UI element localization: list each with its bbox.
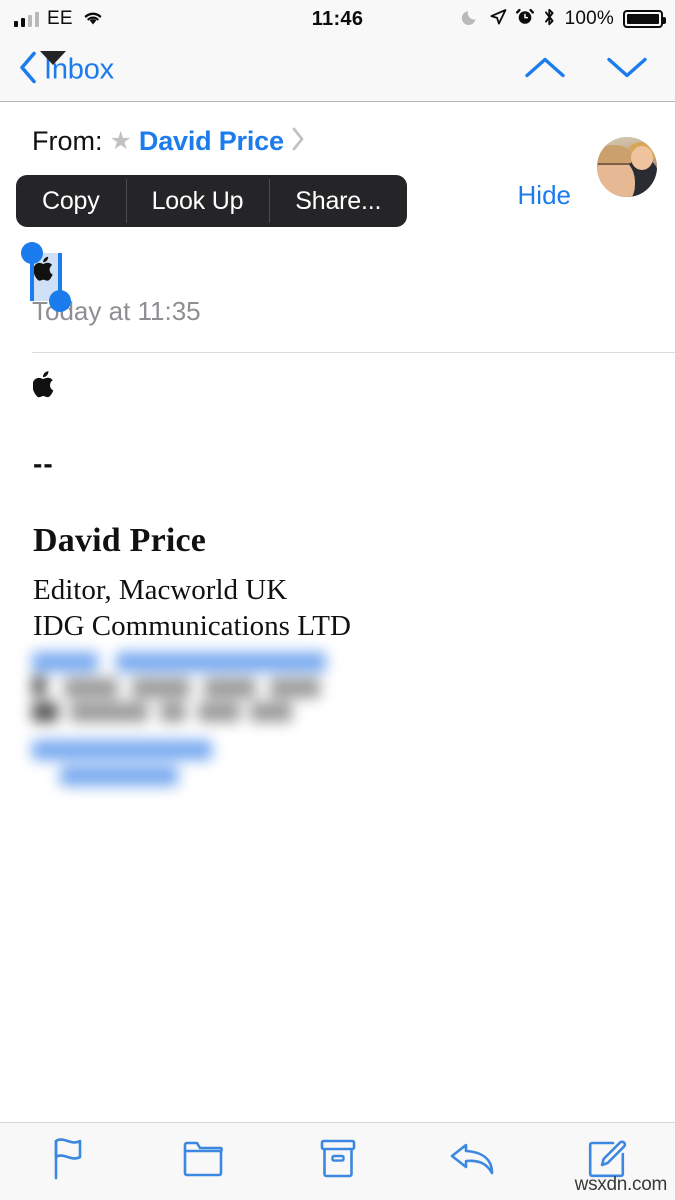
moon-icon (461, 7, 480, 31)
battery-percent-label: 100% (564, 8, 614, 29)
folder-icon (182, 1140, 224, 1183)
move-to-folder-button[interactable] (135, 1140, 270, 1183)
sender-name-link[interactable]: David Price (139, 126, 284, 157)
from-label: From: (32, 126, 103, 156)
reply-arrow-icon (449, 1140, 497, 1183)
status-bar: EE 11:46 100% (0, 0, 675, 38)
vip-star-icon: ★ (109, 127, 132, 155)
watermark: wsxdn.com (574, 1174, 668, 1195)
chevron-left-icon (18, 50, 38, 89)
context-menu-item-copy[interactable]: Copy (16, 175, 126, 227)
avatar[interactable] (597, 137, 657, 197)
signature-role: Editor, Macworld UK (33, 574, 288, 606)
flag-button[interactable] (0, 1137, 135, 1186)
signature-name: David Price (33, 522, 207, 559)
archive-box-icon (319, 1138, 357, 1185)
signature-company: IDG Communications LTD (33, 609, 351, 642)
context-menu-item-share[interactable]: Share... (269, 175, 407, 227)
header-divider (32, 352, 675, 353)
chevron-right-icon[interactable] (291, 126, 305, 157)
signature-details: Editor, Macworld UK IDG Communications L… (33, 573, 351, 645)
text-selection[interactable] (21, 242, 71, 312)
status-bar-right: 100% (461, 7, 666, 32)
text-selection-context-menu: Copy Look Up Share... (16, 175, 408, 227)
location-arrow-icon (489, 8, 507, 31)
context-menu-item-look-up[interactable]: Look Up (125, 175, 270, 227)
selection-handle-start[interactable] (21, 242, 43, 264)
battery-icon (623, 10, 666, 28)
from-row: From: ★ David Price (32, 126, 305, 157)
message-navigation (523, 54, 649, 85)
bluetooth-icon (543, 7, 556, 32)
signature-separator: -- (33, 448, 54, 479)
context-menu-pointer (40, 51, 66, 65)
hide-details-button[interactable]: Hide (518, 180, 571, 211)
redacted-contact-block (28, 648, 348, 796)
alarm-clock-icon (515, 7, 534, 31)
reply-button[interactable] (405, 1140, 540, 1183)
navigation-bar: Inbox (0, 38, 675, 102)
archive-button[interactable] (270, 1138, 405, 1185)
body-apple-glyph (32, 370, 57, 404)
chevron-up-icon[interactable] (523, 54, 567, 85)
chevron-down-icon[interactable] (605, 54, 649, 85)
selection-handle-end[interactable] (49, 290, 71, 312)
flag-icon (49, 1137, 87, 1186)
